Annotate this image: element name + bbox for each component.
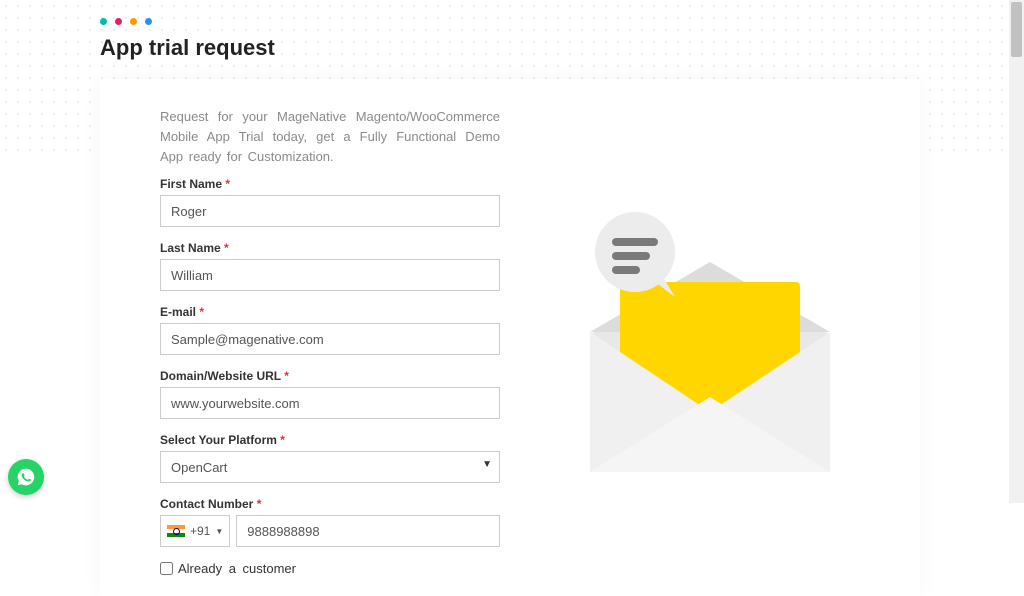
- phone-label: Contact Number *: [160, 497, 500, 511]
- platform-label: Select Your Platform *: [160, 433, 500, 447]
- platform-select[interactable]: OpenCart: [160, 451, 500, 483]
- form-column: Request for your MageNative Magento/WooC…: [160, 107, 500, 576]
- chevron-down-icon: ▼: [215, 527, 223, 536]
- dot-icon: [100, 18, 107, 25]
- last-name-input[interactable]: [160, 259, 500, 291]
- dot-icon: [130, 18, 137, 25]
- flag-india-icon: [167, 525, 185, 537]
- email-input[interactable]: [160, 323, 500, 355]
- first-name-input[interactable]: [160, 195, 500, 227]
- dot-icon: [145, 18, 152, 25]
- country-code-text: +91: [190, 524, 210, 538]
- last-name-label: Last Name *: [160, 241, 500, 255]
- first-name-label: First Name *: [160, 177, 500, 191]
- domain-input[interactable]: [160, 387, 500, 419]
- intro-text: Request for your MageNative Magento/WooC…: [160, 107, 500, 167]
- email-label: E-mail *: [160, 305, 500, 319]
- page-title: App trial request: [100, 35, 1024, 61]
- already-customer-checkbox[interactable]: [160, 562, 173, 575]
- main-container: App trial request Request for your MageN…: [0, 0, 1024, 596]
- form-card: Request for your MageNative Magento/WooC…: [100, 79, 920, 596]
- illustration-column: [560, 107, 860, 576]
- already-customer-label[interactable]: Already a customer: [178, 561, 296, 576]
- envelope-illustration-icon: [560, 202, 860, 482]
- decorative-dots: [100, 18, 1024, 25]
- country-code-selector[interactable]: +91 ▼: [160, 515, 230, 547]
- phone-input[interactable]: [236, 515, 500, 547]
- domain-label: Domain/Website URL *: [160, 369, 500, 383]
- dot-icon: [115, 18, 122, 25]
